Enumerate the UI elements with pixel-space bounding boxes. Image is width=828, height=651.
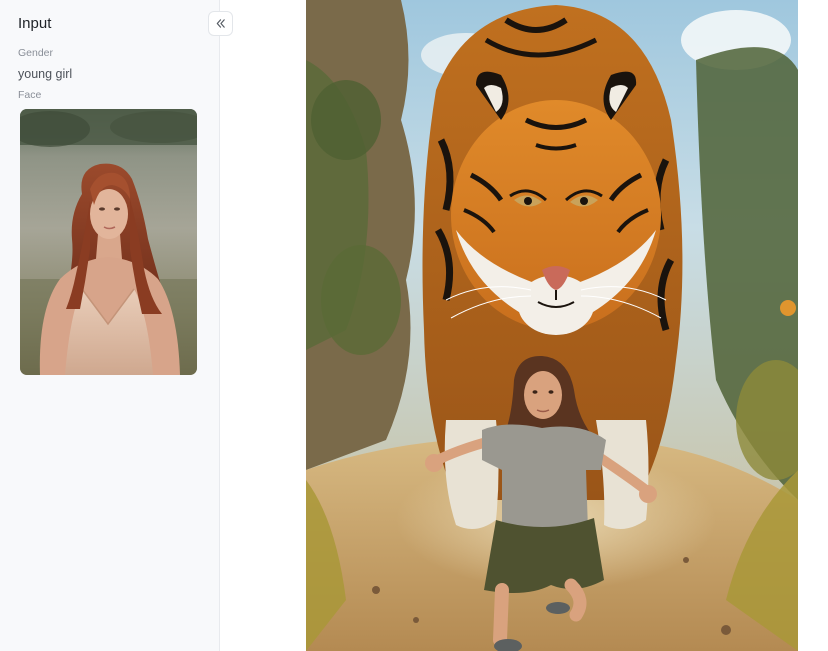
generated-image[interactable] (306, 0, 798, 651)
panel-title: Input (18, 15, 52, 32)
input-panel: Input Gender young girl Face (0, 0, 220, 651)
gender-value: young girl (18, 67, 73, 81)
double-chevron-left-icon (216, 19, 225, 28)
app-window: Input Gender young girl Face (0, 0, 828, 651)
gender-label: Gender (18, 47, 54, 59)
collapse-panel-button[interactable] (208, 11, 233, 36)
generated-image-illustration (306, 0, 798, 651)
face-label: Face (18, 89, 42, 101)
face-photo-illustration (20, 109, 197, 375)
face-image[interactable] (20, 109, 197, 375)
